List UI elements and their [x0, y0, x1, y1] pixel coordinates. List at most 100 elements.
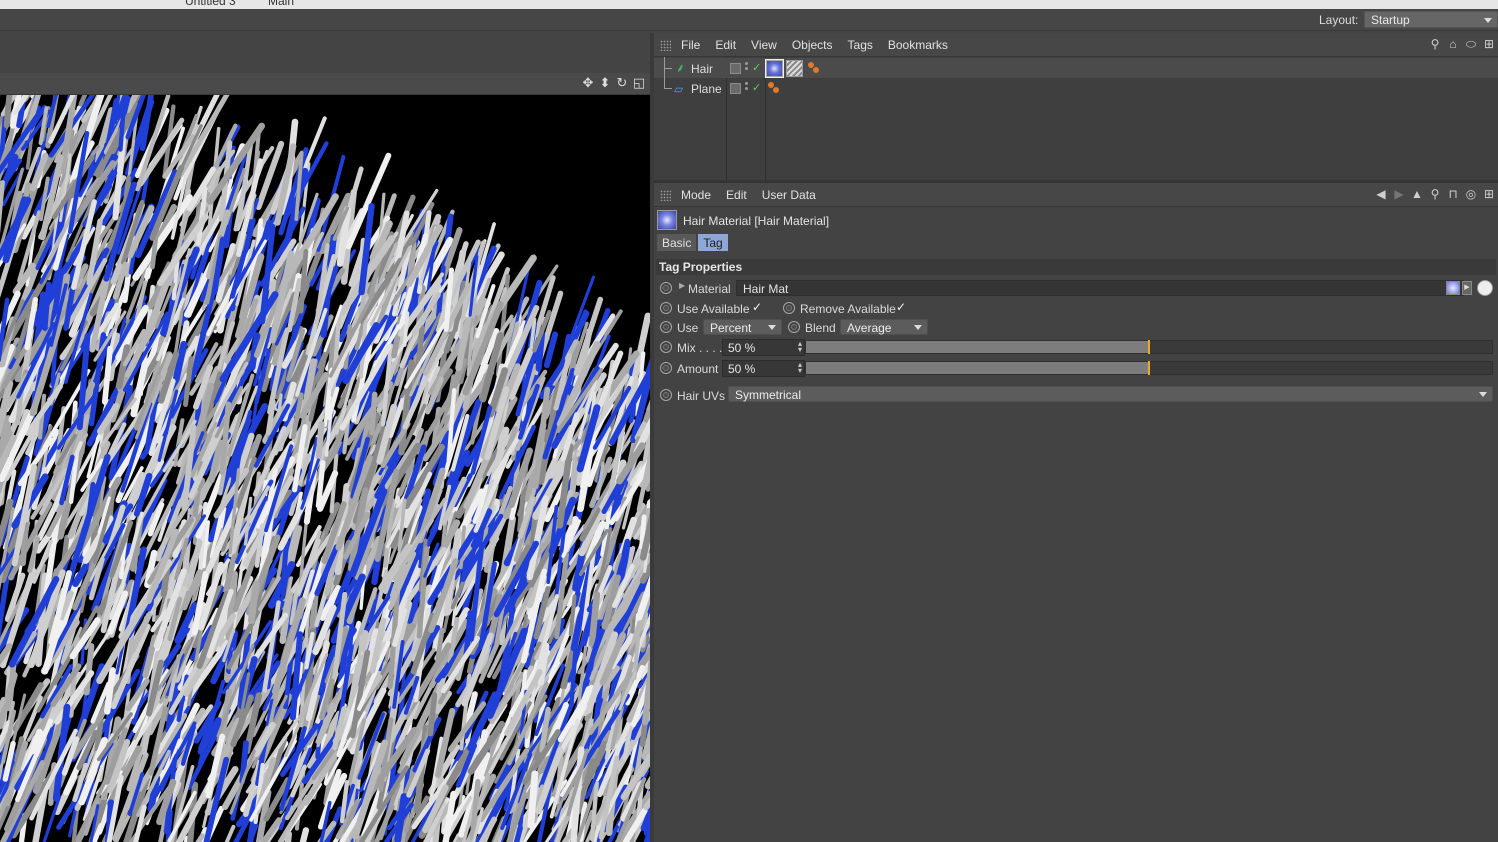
- amount-label: Amount: [677, 362, 719, 376]
- panel-grip-icon[interactable]: [660, 40, 671, 51]
- object-manager-menubar: File Edit View Objects Tags Bookmarks ⚲ …: [654, 33, 1498, 57]
- tab-basic[interactable]: Basic: [657, 234, 697, 251]
- object-name[interactable]: Plane: [691, 82, 722, 96]
- blend-select[interactable]: Average: [840, 319, 928, 335]
- move-icon[interactable]: ✥: [581, 76, 595, 90]
- mix-slider[interactable]: [805, 340, 1493, 354]
- blend-select-value: Average: [847, 321, 892, 335]
- spinner-arrows-icon[interactable]: ▴ ▾: [798, 361, 802, 375]
- new-panel-icon[interactable]: ⊞: [1482, 37, 1496, 51]
- hair-material-icon: [657, 210, 677, 230]
- attribute-manager-menubar: Mode Edit User Data ◀ ▶ ▲ ⚲ ⊓ ◎ ⊞: [654, 183, 1498, 207]
- panel-grip-icon[interactable]: [660, 190, 671, 201]
- use-select-value: Percent: [710, 321, 752, 335]
- maximize-icon[interactable]: ◱: [632, 76, 646, 90]
- forward-arrow-icon[interactable]: ▶: [1392, 187, 1406, 201]
- use-select[interactable]: Percent: [703, 319, 782, 335]
- visibility-dots[interactable]: [745, 82, 749, 92]
- animation-radio[interactable]: [660, 341, 672, 353]
- layout-select[interactable]: Startup: [1364, 11, 1498, 28]
- attribute-tabs: Basic Tag: [657, 234, 728, 251]
- material-preview-icon[interactable]: [1446, 281, 1460, 295]
- animation-radio[interactable]: [660, 362, 672, 374]
- menu-bookmarks[interactable]: Bookmarks: [888, 38, 948, 52]
- spinner-arrows-icon[interactable]: ▴ ▾: [798, 340, 802, 354]
- mix-slider-handle[interactable]: [1148, 340, 1150, 354]
- section-header[interactable]: Tag Properties: [656, 259, 1496, 275]
- layer-color-box[interactable]: [730, 63, 741, 74]
- hair-strand: [224, 824, 236, 842]
- enabled-checkmark-icon[interactable]: ✓: [752, 61, 761, 74]
- window-menu-name: Main: [268, 0, 295, 8]
- mix-input[interactable]: 50 % ▴ ▾: [722, 339, 805, 356]
- hair-uvs-label: Hair UVs: [677, 389, 726, 403]
- amount-input[interactable]: 50 % ▴ ▾: [722, 360, 805, 377]
- animation-radio[interactable]: [660, 302, 672, 314]
- mix-label: Mix . . . .: [677, 341, 723, 355]
- animation-radio[interactable]: [783, 302, 795, 314]
- menu-file[interactable]: File: [681, 38, 700, 52]
- phong-tag[interactable]: [807, 61, 821, 75]
- material-link-field[interactable]: Hair Mat: [736, 280, 1464, 296]
- hair-uvs-select[interactable]: Symmetrical: [728, 386, 1493, 402]
- animation-radio[interactable]: [660, 389, 672, 401]
- hair-render: [0, 95, 650, 842]
- object-list: ⸙ Hair ✓ ▱ Plane ✓: [654, 57, 1498, 180]
- search-icon[interactable]: ⚲: [1428, 37, 1442, 51]
- hair-render-tag[interactable]: [786, 60, 803, 77]
- expand-triangle-icon[interactable]: ▶: [679, 281, 685, 290]
- search-icon[interactable]: ⚲: [1428, 187, 1442, 201]
- viewport-header: ✥ ⬍ ↻ ◱: [0, 73, 650, 95]
- layout-label: Layout:: [1319, 13, 1359, 27]
- amount-slider[interactable]: [805, 361, 1493, 375]
- zoom-arrows-icon[interactable]: ⬍: [598, 76, 612, 90]
- window-titlebar: Untitled 3 Main: [0, 0, 1498, 9]
- object-row-hair[interactable]: ⸙ Hair ✓: [654, 57, 1498, 78]
- use-label: Use: [677, 321, 699, 335]
- attribute-manager: Mode Edit User Data ◀ ▶ ▲ ⚲ ⊓ ◎ ⊞ Hair M…: [654, 183, 1498, 842]
- chevron-down-icon: [1484, 18, 1492, 23]
- rotate-icon[interactable]: ↻: [615, 76, 629, 90]
- hair-object-icon: ⸙: [676, 61, 686, 75]
- object-name[interactable]: Hair: [691, 62, 713, 76]
- menu-tags[interactable]: Tags: [848, 38, 873, 52]
- menu-edit[interactable]: Edit: [715, 38, 736, 52]
- lock-icon[interactable]: ⊓: [1446, 187, 1460, 201]
- pick-cursor-icon[interactable]: [1477, 280, 1493, 296]
- remove-available-checkbox[interactable]: ✓: [896, 300, 906, 314]
- layout-select-value: Startup: [1371, 13, 1410, 27]
- tab-tag[interactable]: Tag: [698, 234, 728, 251]
- menu-edit[interactable]: Edit: [726, 188, 747, 202]
- menu-user-data[interactable]: User Data: [762, 188, 816, 202]
- target-icon[interactable]: ◎: [1464, 187, 1478, 201]
- hair-strands: [0, 95, 650, 842]
- menu-mode[interactable]: Mode: [681, 188, 711, 202]
- link-menu-arrow-icon[interactable]: ▶: [1462, 281, 1472, 295]
- chevron-down-icon: [914, 325, 922, 330]
- up-arrow-icon[interactable]: ▲: [1410, 187, 1424, 201]
- layout-bar: Layout: Startup: [0, 9, 1498, 31]
- visibility-dots[interactable]: [745, 62, 749, 72]
- phong-tag[interactable]: [767, 81, 781, 95]
- hair-strand: [247, 580, 260, 625]
- object-row-plane[interactable]: ▱ Plane ✓: [654, 68, 1498, 98]
- blend-label: Blend: [805, 321, 836, 335]
- home-icon[interactable]: ⌂: [1446, 37, 1460, 51]
- eye-icon[interactable]: ⬭: [1464, 37, 1478, 51]
- section-title: Tag Properties: [659, 260, 743, 274]
- hair-strand: [315, 420, 325, 460]
- hair-material-tag[interactable]: [765, 59, 784, 78]
- back-arrow-icon[interactable]: ◀: [1374, 187, 1388, 201]
- remove-available-label: Remove Available: [800, 302, 896, 316]
- viewport[interactable]: [0, 95, 650, 842]
- menu-view[interactable]: View: [751, 38, 777, 52]
- enabled-checkmark-icon[interactable]: ✓: [752, 81, 761, 94]
- animation-radio[interactable]: [660, 282, 672, 294]
- layer-color-box[interactable]: [730, 83, 741, 94]
- animation-radio[interactable]: [788, 321, 800, 333]
- new-panel-icon[interactable]: ⊞: [1482, 187, 1496, 201]
- menu-objects[interactable]: Objects: [792, 38, 833, 52]
- amount-slider-handle[interactable]: [1148, 361, 1150, 375]
- use-available-checkbox[interactable]: ✓: [752, 300, 762, 314]
- animation-radio[interactable]: [660, 321, 672, 333]
